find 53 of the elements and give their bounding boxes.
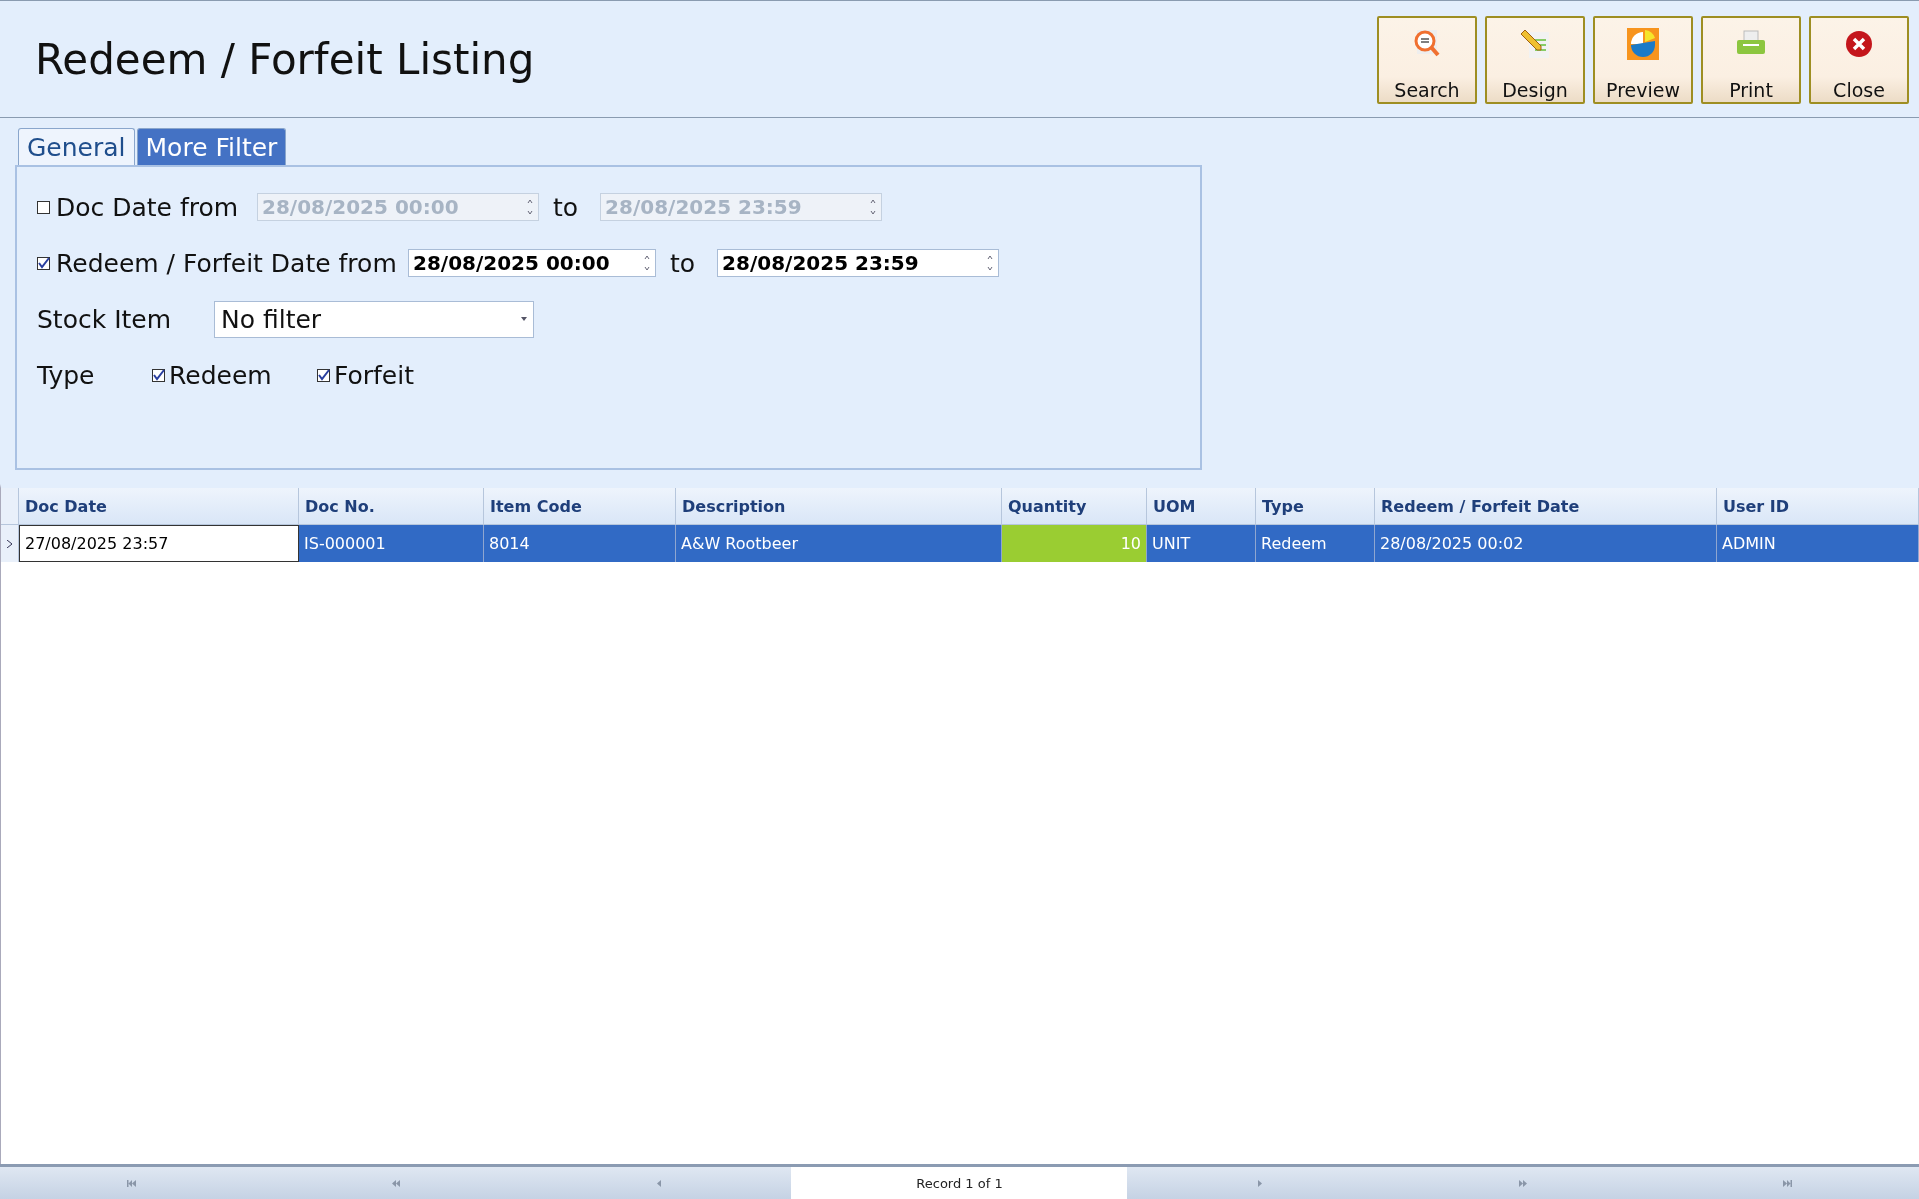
column-header[interactable]: Doc No. bbox=[299, 488, 484, 525]
close-icon bbox=[1844, 29, 1874, 59]
window-title: Redeem / Forfeit Listing bbox=[35, 34, 535, 84]
last-page-icon bbox=[1782, 1179, 1792, 1187]
column-header[interactable]: User ID bbox=[1717, 488, 1919, 525]
toolbar-button[interactable]: Search bbox=[1377, 16, 1477, 104]
checkbox[interactable] bbox=[317, 368, 330, 382]
pie-chart-icon bbox=[1627, 28, 1659, 60]
table-cell: 8014 bbox=[484, 525, 676, 562]
table-cell: IS-000001 bbox=[299, 525, 484, 562]
filter-label: Doc Date from bbox=[56, 192, 239, 222]
tab[interactable]: General bbox=[18, 128, 135, 165]
dropdown-field[interactable]: No filter bbox=[214, 300, 534, 338]
column-header[interactable]: Redeem / Forfeit Date bbox=[1375, 488, 1717, 525]
date-field[interactable]: 28/08/2025 00:00 bbox=[408, 249, 656, 277]
fast-forward-icon bbox=[1518, 1179, 1528, 1187]
column-header[interactable]: Doc Date bbox=[19, 488, 299, 525]
toolbar-button[interactable]: Preview bbox=[1593, 16, 1693, 104]
tab[interactable]: More Filter bbox=[136, 128, 287, 165]
filter-label: Type bbox=[37, 360, 96, 390]
checkbox-label: Redeem bbox=[169, 360, 272, 390]
record-counter: Record 1 of 1 bbox=[791, 1167, 1128, 1199]
filter-label: Redeem / Forfeit Date from bbox=[56, 248, 397, 278]
to-label: to bbox=[553, 192, 579, 222]
rewind-icon bbox=[391, 1179, 401, 1187]
filter-label: Stock Item bbox=[37, 304, 172, 334]
table-cell: 10 bbox=[1002, 525, 1147, 562]
table-cell: UNIT bbox=[1147, 525, 1256, 562]
checkbox-label: Forfeit bbox=[334, 360, 414, 390]
toolbar-button[interactable]: Close bbox=[1809, 16, 1909, 104]
spin-arrows-icon[interactable] bbox=[643, 254, 651, 272]
table-cell: 28/08/2025 00:02 bbox=[1375, 525, 1717, 562]
dropdown-caret-icon[interactable] bbox=[521, 317, 527, 321]
first-page-icon bbox=[127, 1179, 137, 1187]
column-header[interactable]: Description bbox=[676, 488, 1002, 525]
column-header[interactable]: Quantity bbox=[1002, 488, 1147, 525]
checkbox[interactable] bbox=[37, 256, 50, 270]
table-row[interactable]: 27/08/2025 23:57 IS-000001 8014 A&W Rootbeer 10 UNIT Redeem 28/08/2025 00:02 ADMIN bbox=[1, 525, 1919, 562]
toolbar-button[interactable]: Design bbox=[1485, 16, 1585, 104]
column-header[interactable]: Item Code bbox=[484, 488, 676, 525]
column-header[interactable]: UOM bbox=[1147, 488, 1256, 525]
table-cell: A&W Rootbeer bbox=[676, 525, 1002, 562]
date-field[interactable]: 28/08/2025 23:59 bbox=[717, 249, 1000, 277]
table-cell: Redeem bbox=[1256, 525, 1375, 562]
table-cell: 27/08/2025 23:57 bbox=[19, 525, 299, 562]
column-header[interactable]: Type bbox=[1256, 488, 1375, 525]
toolbar-button[interactable]: Print bbox=[1701, 16, 1801, 104]
pencil-document-icon bbox=[1519, 28, 1551, 60]
row-pointer-icon bbox=[7, 539, 12, 548]
to-label: to bbox=[670, 248, 696, 278]
checkbox[interactable] bbox=[152, 368, 165, 382]
table-cell: ADMIN bbox=[1717, 525, 1919, 562]
spin-arrows-icon[interactable] bbox=[986, 254, 995, 272]
